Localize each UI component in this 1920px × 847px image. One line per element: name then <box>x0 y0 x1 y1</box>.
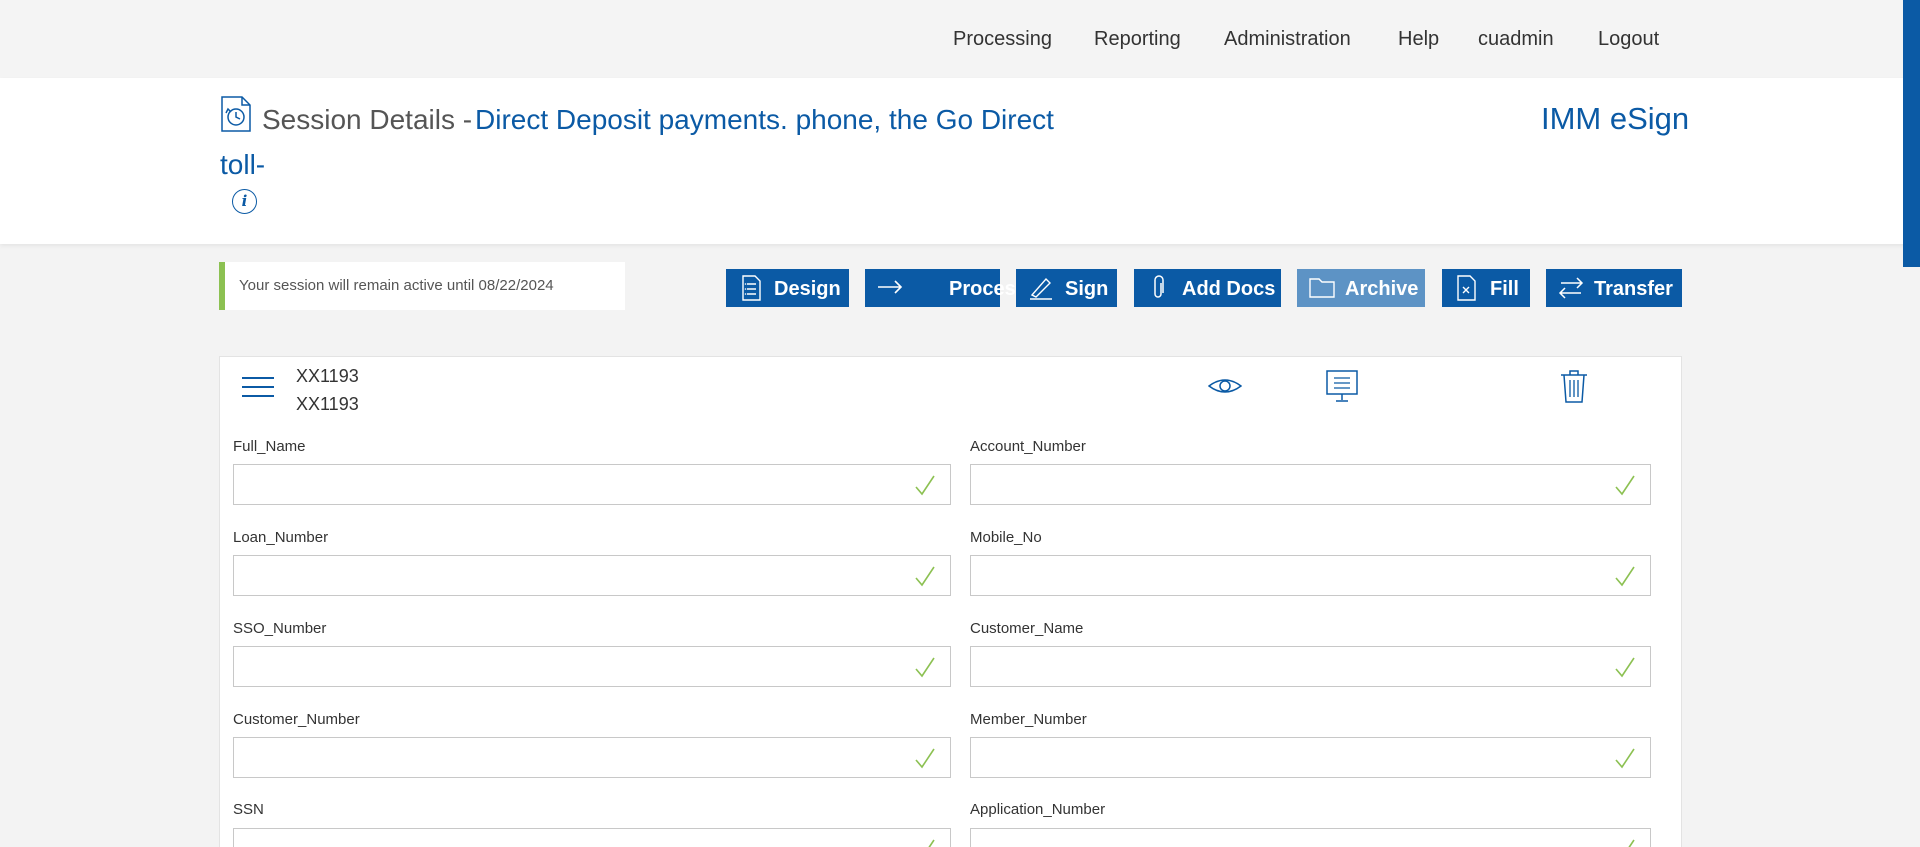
nav-processing[interactable]: Processing <box>953 28 1052 51</box>
process-button[interactable]: Process <box>865 269 1027 307</box>
document-x-icon <box>1457 275 1476 301</box>
sso-number-input[interactable] <box>233 646 900 687</box>
nav-help[interactable]: Help <box>1398 28 1439 51</box>
arrow-right-icon <box>878 280 903 294</box>
check-icon <box>1628 839 1635 847</box>
mobile-no-input[interactable] <box>970 555 1600 596</box>
fill-button[interactable]: Fill <box>1442 269 1530 307</box>
field-label-customer-number: Customer_Number <box>233 711 360 728</box>
mobile-no-confirm-button[interactable] <box>1599 555 1651 596</box>
archive-button-label: Archive <box>1345 278 1419 300</box>
session-expiry-notice: Your session will remain active until 08… <box>219 262 625 310</box>
scrollbar-thumb[interactable] <box>1903 0 1920 267</box>
eye-icon[interactable] <box>1208 369 1242 403</box>
paperclip-icon <box>1154 275 1164 298</box>
check-icon <box>915 657 935 678</box>
session-name: Direct Deposit payments. phone, the Go D… <box>475 104 1054 135</box>
check-icon <box>1615 475 1635 496</box>
transfer-button-label: Transfer <box>1594 278 1673 300</box>
check-icon <box>915 475 935 496</box>
sso-number-confirm-button[interactable] <box>899 646 951 687</box>
application-number-input[interactable] <box>970 828 1600 847</box>
sign-button-label: Sign <box>1065 278 1109 300</box>
application-number-confirm-button[interactable] <box>1599 828 1651 847</box>
check-icon <box>1615 748 1635 769</box>
loan-number-confirm-button[interactable] <box>899 555 951 596</box>
info-icon[interactable]: i <box>232 189 257 214</box>
add-docs-button-label: Add Docs <box>1182 278 1276 300</box>
swap-arrows-icon <box>1558 277 1584 299</box>
session-details-label: Session Details - <box>262 104 473 135</box>
list-document-icon <box>742 275 761 301</box>
top-navigation: Processing Reporting Administration Help… <box>0 0 1920 78</box>
sign-button[interactable]: Sign <box>1016 269 1117 307</box>
check-icon <box>915 566 935 587</box>
brand-logo: IMM eSign <box>1541 101 1690 136</box>
full-name-confirm-button[interactable] <box>899 464 951 505</box>
ssn-confirm-button[interactable] <box>899 828 951 847</box>
check-icon <box>915 748 935 769</box>
folder-icon <box>1309 278 1335 298</box>
field-label-member-number: Member_Number <box>970 711 1087 728</box>
session-history-icon <box>221 96 251 132</box>
document-id-secondary: XX1193 <box>296 394 359 414</box>
full-name-input[interactable] <box>233 464 900 505</box>
fill-button-label: Fill <box>1490 278 1519 300</box>
document-id: XX1193 <box>296 366 359 386</box>
add-docs-button[interactable]: Add Docs <box>1134 269 1281 307</box>
customer-number-input[interactable] <box>233 737 900 778</box>
monitor-icon[interactable] <box>1325 369 1359 403</box>
check-icon <box>1615 566 1635 587</box>
field-label-loan-number: Loan_Number <box>233 529 329 546</box>
archive-button[interactable]: Archive <box>1297 269 1425 307</box>
field-label-customer-name: Customer_Name <box>970 620 1084 637</box>
field-label-account-number: Account_Number <box>970 438 1086 455</box>
design-button-label: Design <box>774 278 841 300</box>
check-icon <box>928 839 935 847</box>
nav-user-account[interactable]: cuadmin <box>1478 28 1554 51</box>
loan-number-input[interactable] <box>233 555 900 596</box>
member-number-confirm-button[interactable] <box>1599 737 1651 778</box>
customer-number-confirm-button[interactable] <box>899 737 951 778</box>
member-number-input[interactable] <box>970 737 1600 778</box>
trash-icon[interactable] <box>1557 369 1591 403</box>
field-label-full-name: Full_Name <box>233 438 306 455</box>
ssn-input[interactable] <box>233 828 900 847</box>
nav-logout[interactable]: Logout <box>1598 28 1659 51</box>
field-label-application-number: Application_Number <box>970 801 1106 818</box>
hamburger-menu-icon[interactable] <box>242 377 274 401</box>
field-label-mobile-no: Mobile_No <box>970 529 1042 546</box>
customer-name-input[interactable] <box>970 646 1600 687</box>
signature-pen-icon <box>1030 277 1052 300</box>
transfer-button[interactable]: Transfer <box>1546 269 1682 307</box>
field-label-sso-number: SSO_Number <box>233 620 327 637</box>
session-name-continued: toll- <box>220 149 266 180</box>
design-button[interactable]: Design <box>726 269 849 307</box>
nav-reporting[interactable]: Reporting <box>1094 28 1181 51</box>
nav-administration[interactable]: Administration <box>1224 28 1351 51</box>
field-label-ssn: SSN <box>233 801 264 818</box>
account-number-confirm-button[interactable] <box>1599 464 1651 505</box>
account-number-input[interactable] <box>970 464 1600 505</box>
check-icon <box>1615 657 1635 678</box>
customer-name-confirm-button[interactable] <box>1599 646 1651 687</box>
